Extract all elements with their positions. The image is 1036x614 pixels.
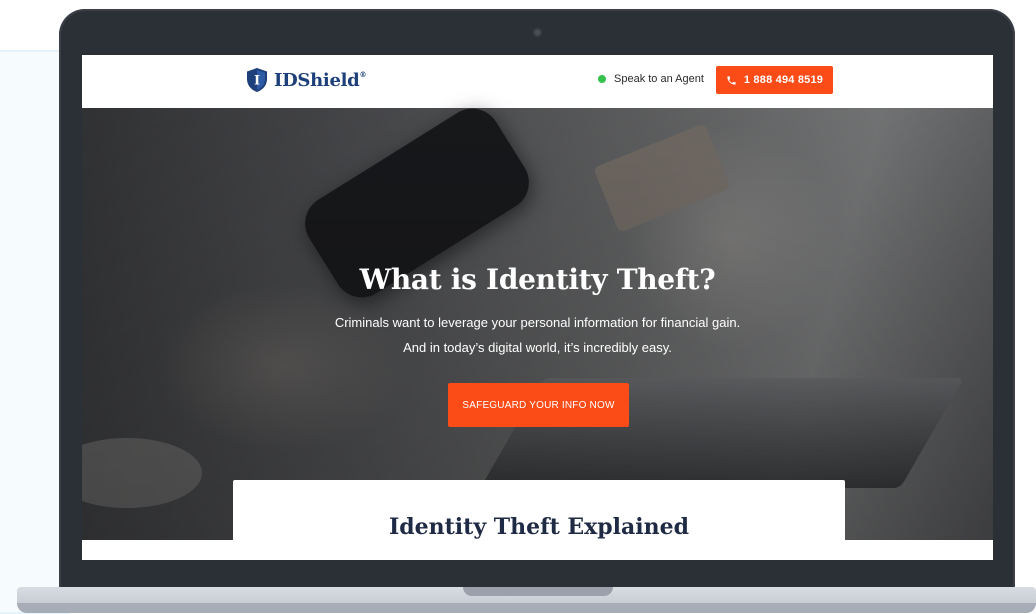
explainer-card: Identity Theft Explained (233, 480, 845, 560)
shield-icon: I (247, 68, 267, 92)
laptop-opening-notch (463, 587, 613, 596)
webcam-icon (533, 28, 542, 37)
registered-mark: ® (359, 69, 367, 79)
hero-title: What is Identity Theft? (359, 263, 716, 296)
safeguard-info-button[interactable]: SAFEGUARD YOUR INFO NOW (448, 383, 629, 427)
speak-to-agent[interactable]: Speak to an Agent (598, 73, 704, 85)
online-dot-icon (598, 75, 606, 83)
hero-subtitle-line-1: Criminals want to leverage your personal… (334, 315, 741, 330)
brand-logo[interactable]: I IDShield® (246, 67, 366, 93)
call-phone-button[interactable]: 1 888 494 8519 (716, 66, 833, 94)
hero-section: What is Identity Theft? Criminals want t… (82, 98, 993, 540)
laptop-screen: I IDShield® Speak to an Agent 1 888 494 … (82, 55, 993, 560)
section-title: Identity Theft Explained (388, 514, 690, 540)
phone-number: 1 888 494 8519 (743, 74, 824, 86)
shield-letter: I (254, 74, 260, 89)
phone-icon (727, 75, 736, 85)
site-header: I IDShield® Speak to an Agent 1 888 494 … (82, 55, 993, 108)
hero-subtitle-line-2: And in today’s digital world, it’s incre… (403, 340, 672, 355)
agent-label: Speak to an Agent (614, 73, 704, 85)
brand-name: IDShield® (274, 69, 367, 91)
